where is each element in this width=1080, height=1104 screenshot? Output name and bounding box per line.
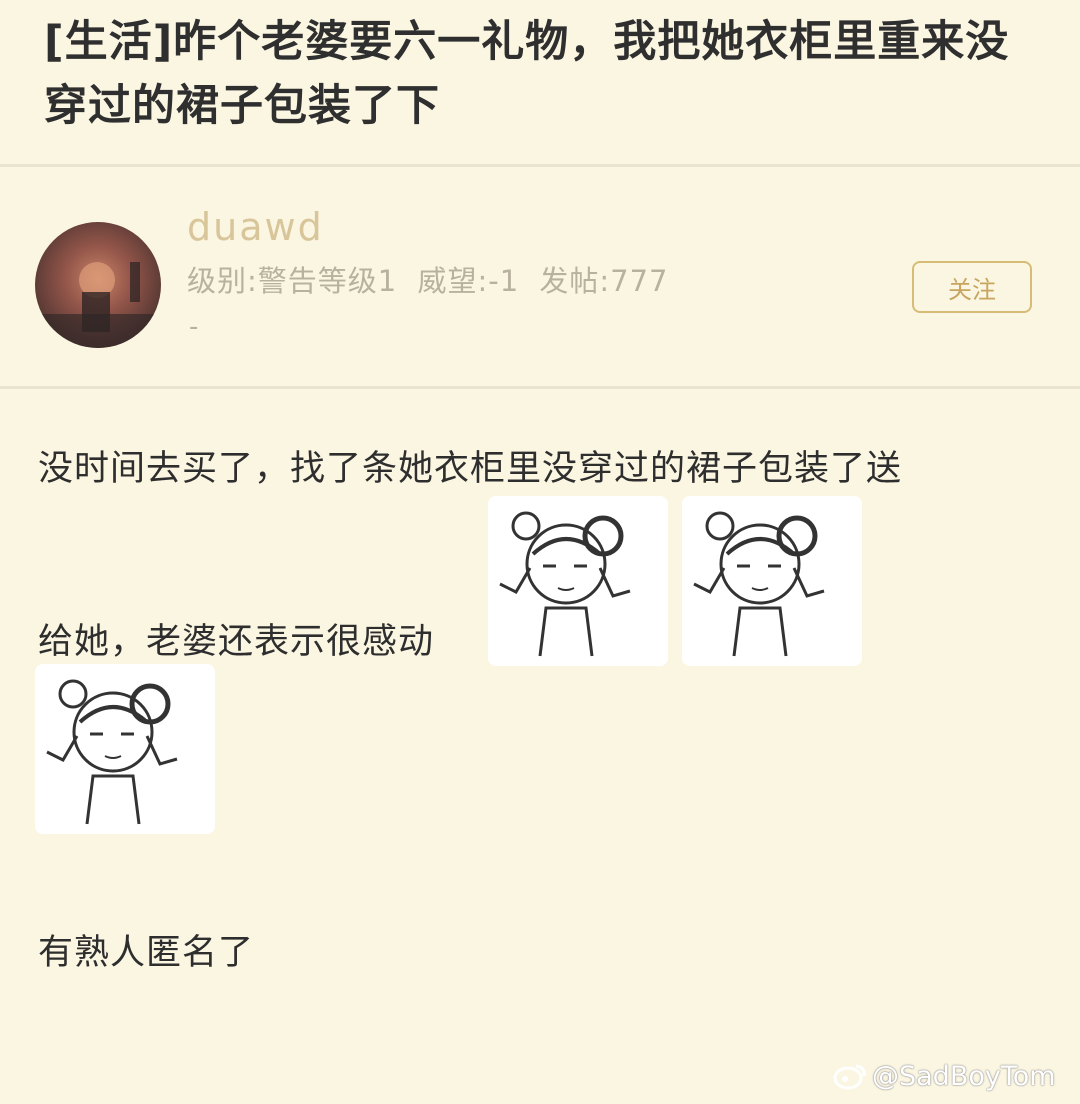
sticker-emoji-1	[488, 496, 668, 666]
author-prestige: 威望:-1	[417, 264, 520, 298]
post-title: [生活]昨个老婆要六一礼物，我把她衣柜里重来没穿过的裙子包装了下	[44, 17, 1010, 131]
author-post-count: 发帖:777	[539, 264, 669, 298]
post-body-line-1: 没时间去买了，找了条她衣柜里没穿过的裙子包装了送	[38, 449, 903, 489]
author-level: 级别:警告等级1	[187, 264, 398, 298]
title-divider	[0, 164, 1080, 167]
avatar[interactable]	[35, 222, 161, 348]
sticker-image	[693, 511, 825, 657]
author-extra: -	[189, 312, 199, 342]
sticker-emoji-2	[682, 496, 862, 666]
post-page: [生活]昨个老婆要六一礼物，我把她衣柜里重来没穿过的裙子包装了下 duawd 级…	[0, 0, 1080, 1104]
author-name[interactable]: duawd	[187, 205, 324, 249]
follow-button[interactable]: 关注	[912, 261, 1032, 313]
post-body-line-3: 有熟人匿名了	[38, 933, 255, 973]
watermark-text: @SadBoyTom	[872, 1060, 1056, 1092]
sticker-emoji-3	[35, 664, 215, 834]
author-divider	[0, 386, 1080, 389]
author-stats: 级别:警告等级1 威望:-1 发帖:777	[187, 258, 678, 300]
weibo-icon	[833, 1064, 866, 1090]
sticker-image	[46, 679, 178, 825]
avatar-image	[35, 262, 161, 348]
post-body-line-2: 给她，老婆还表示很感动	[38, 622, 435, 662]
watermark: @SadBoyTom	[832, 1056, 1056, 1096]
sticker-image	[499, 511, 631, 657]
